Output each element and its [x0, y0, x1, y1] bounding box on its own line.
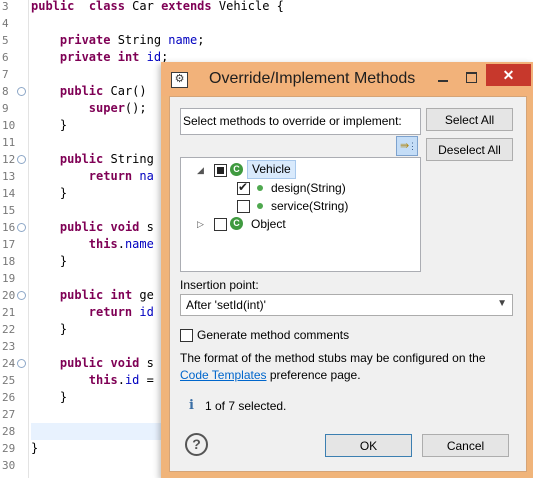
line-number: 9 [2, 102, 9, 115]
code-text: public class Car extends Vehicle { [31, 0, 284, 13]
tree-row-service[interactable]: service(String) [181, 197, 418, 215]
design-checkbox[interactable]: ✔ [237, 180, 250, 195]
deselect-all-button[interactable]: Deselect All [426, 138, 513, 161]
line-number: 29 [2, 442, 16, 455]
line-number: 11 [2, 136, 16, 149]
select-all-button[interactable]: Select All [426, 108, 513, 131]
line-number: 13 [2, 170, 16, 183]
vehicle-checkbox[interactable] [214, 164, 227, 177]
fold-toggle-icon[interactable] [17, 291, 26, 300]
dialog-title: Override/Implement Methods [209, 70, 416, 87]
tree-label-design: design(String) [271, 181, 346, 195]
cancel-button[interactable]: Cancel [422, 434, 509, 457]
code-text: private String name; [59, 33, 205, 47]
code-text: } [31, 118, 68, 132]
close-button[interactable]: ✕ [486, 64, 531, 86]
line-number: 18 [2, 255, 16, 268]
code-text: public Car() [59, 84, 147, 98]
line-number: 6 [2, 51, 9, 64]
info-text-line2: Code Templates preference page. [180, 368, 361, 382]
fold-toggle-icon[interactable] [17, 87, 26, 96]
line-number: 23 [2, 340, 16, 353]
line-number: 4 [2, 17, 9, 30]
code-text: } [31, 254, 68, 268]
collapsed-triangle-icon[interactable]: ▷ [197, 215, 204, 233]
line-number: 22 [2, 323, 16, 336]
line-number: 25 [2, 374, 16, 387]
line-number: 5 [2, 34, 9, 47]
insertion-point-label: Insertion point: [180, 278, 259, 292]
minimize-button[interactable] [430, 68, 456, 86]
info-icon: i [189, 398, 194, 413]
group-by-type-toggle[interactable]: ⇛ ⋮ [396, 136, 418, 156]
tree-label-object: Object [251, 217, 286, 231]
fold-toggle-icon[interactable] [17, 223, 26, 232]
code-text: this.name [88, 237, 154, 251]
ok-button[interactable]: OK [325, 434, 412, 457]
line-number: 26 [2, 391, 16, 404]
line-number: 14 [2, 187, 16, 200]
dialog-title-bar[interactable]: ⚙ Override/Implement Methods ✕ [161, 62, 533, 96]
expanded-triangle-icon[interactable]: ◢ [197, 161, 204, 179]
code-text: public void s [59, 220, 154, 234]
code-text: } [31, 441, 39, 455]
line-number: 30 [2, 459, 16, 472]
object-checkbox[interactable] [214, 218, 227, 231]
code-line[interactable]: 5 private String name; [0, 32, 533, 49]
fold-toggle-icon[interactable] [17, 359, 26, 368]
code-templates-link[interactable]: Code Templates [180, 368, 267, 382]
line-number: 28 [2, 425, 16, 438]
public-method-icon [257, 203, 263, 209]
code-text: this.id = [88, 373, 154, 387]
insertion-point-select[interactable]: After 'setId(int)' ▼ [180, 294, 513, 316]
code-text: return id [88, 305, 154, 319]
dialog-client-area: Select methods to override or implement:… [169, 96, 527, 472]
code-text: } [31, 186, 68, 200]
chevron-down-icon: ▼ [497, 298, 507, 309]
eclipse-dialog-icon: ⚙ [171, 72, 188, 88]
code-text: } [31, 322, 68, 336]
code-line[interactable]: 3 public class Car extends Vehicle { [0, 0, 533, 15]
code-text: private int id; [59, 50, 169, 64]
selection-status: 1 of 7 selected. [205, 399, 287, 413]
tree-icon: ⋮ [408, 141, 417, 151]
line-number: 3 [2, 0, 9, 13]
line-number: 21 [2, 306, 16, 319]
insertion-point-value: After 'setId(int)' [186, 298, 266, 312]
generate-comments-checkbox[interactable] [180, 329, 193, 342]
maximize-button[interactable] [458, 68, 484, 86]
code-text: public void s [59, 356, 154, 370]
line-number: 7 [2, 68, 9, 81]
class-icon: C [230, 217, 243, 230]
code-text: super(); [88, 101, 147, 115]
tree-row-object[interactable]: ▷ C Object [181, 215, 418, 233]
checkmark-icon: ✔ [238, 180, 249, 194]
line-number: 27 [2, 408, 16, 421]
info-text-line1: The format of the method stubs may be co… [180, 351, 486, 365]
code-text: public String [59, 152, 154, 166]
tree-row-vehicle[interactable]: ◢ C Vehicle [181, 160, 418, 179]
code-text: } [31, 390, 68, 404]
tree-row-design[interactable]: ✔ design(String) [181, 179, 418, 197]
fold-toggle-icon[interactable] [17, 155, 26, 164]
class-icon: C [230, 163, 243, 176]
line-number: 15 [2, 204, 16, 217]
line-number: 19 [2, 272, 16, 285]
service-checkbox[interactable] [237, 200, 250, 213]
generate-comments-label: Generate method comments [197, 328, 350, 342]
info-text-suffix: preference page. [266, 368, 361, 382]
code-text: return na [88, 169, 154, 183]
public-method-icon [257, 185, 263, 191]
tree-label-service: service(String) [271, 199, 349, 213]
help-icon[interactable]: ? [185, 433, 208, 456]
code-line[interactable]: 4 [0, 15, 533, 32]
code-text: public int ge [59, 288, 154, 302]
tree-label-vehicle: Vehicle [247, 160, 296, 179]
line-number: 17 [2, 238, 16, 251]
select-methods-label: Select methods to override or implement: [183, 114, 402, 128]
line-number: 10 [2, 119, 16, 132]
methods-tree[interactable]: ◢ C Vehicle ✔ design(String) service(Str… [180, 157, 421, 272]
override-implement-dialog: ⚙ Override/Implement Methods ✕ Select me… [161, 62, 533, 478]
